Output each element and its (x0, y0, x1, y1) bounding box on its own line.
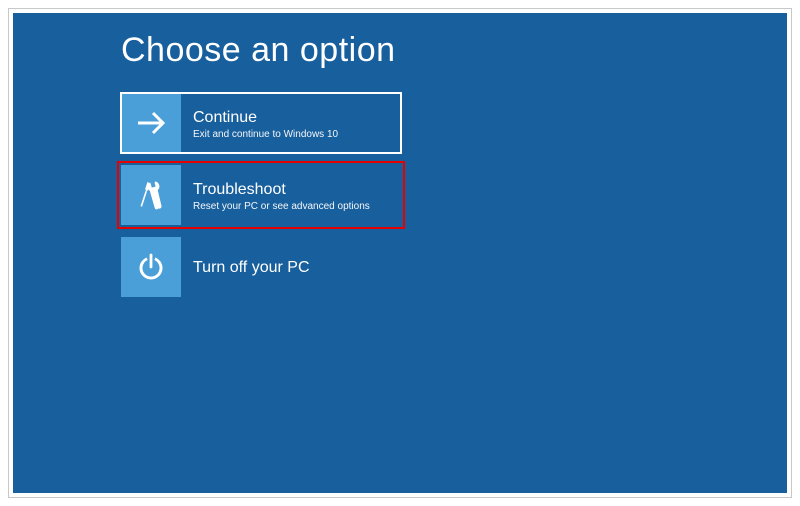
tools-icon (134, 178, 168, 212)
option-troubleshoot[interactable]: Troubleshoot Reset your PC or see advanc… (121, 165, 401, 225)
power-icon-box (121, 237, 181, 297)
window-frame: Choose an option Continue Exit and conti… (8, 8, 792, 498)
options-list: Continue Exit and continue to Windows 10 (121, 93, 401, 309)
option-text: Troubleshoot Reset your PC or see advanc… (181, 165, 380, 225)
arrow-right-icon (133, 105, 169, 141)
option-text: Turn off your PC (181, 237, 320, 297)
troubleshoot-icon-box (121, 165, 181, 225)
option-turn-off[interactable]: Turn off your PC (121, 237, 401, 297)
option-title: Turn off your PC (193, 258, 310, 277)
continue-icon-box (121, 93, 181, 153)
option-title: Troubleshoot (193, 180, 370, 199)
option-desc: Reset your PC or see advanced options (193, 201, 370, 212)
recovery-screen: Choose an option Continue Exit and conti… (13, 13, 787, 493)
option-continue[interactable]: Continue Exit and continue to Windows 10 (121, 93, 401, 153)
option-text: Continue Exit and continue to Windows 10 (181, 93, 348, 153)
power-icon (134, 250, 168, 284)
page-title: Choose an option (121, 31, 396, 70)
option-title: Continue (193, 108, 338, 127)
option-desc: Exit and continue to Windows 10 (193, 129, 338, 140)
